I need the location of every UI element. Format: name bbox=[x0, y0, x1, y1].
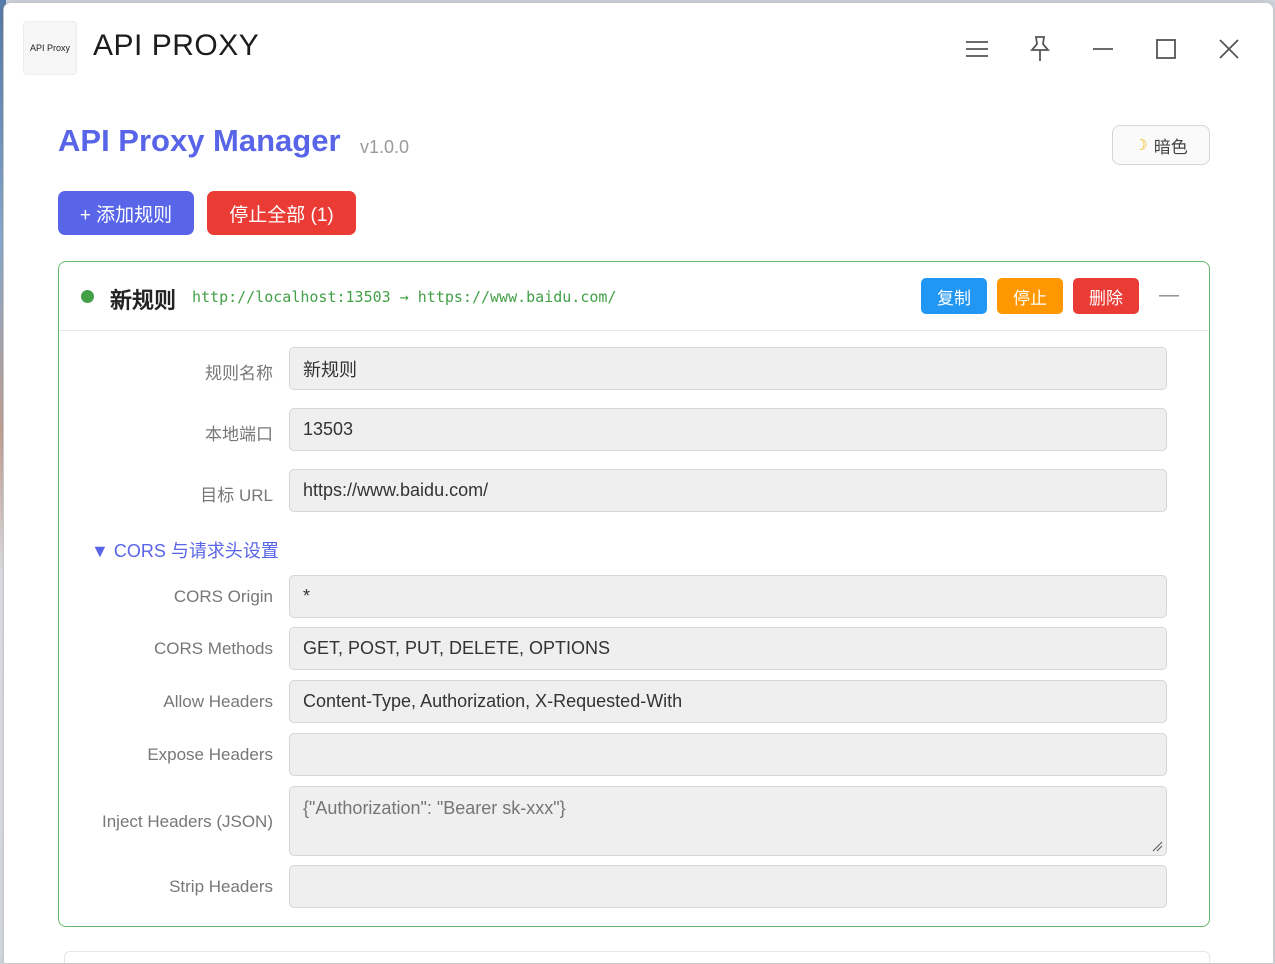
pin-icon bbox=[1030, 36, 1050, 61]
rule-route: http://localhost:13503 → https://www.bai… bbox=[192, 288, 617, 306]
maximize-icon bbox=[1156, 39, 1176, 59]
close-button[interactable] bbox=[1207, 27, 1251, 71]
window-title: API PROXY bbox=[93, 29, 260, 62]
copy-button[interactable]: 复制 bbox=[921, 278, 987, 314]
moon-icon: ☽ bbox=[1134, 137, 1148, 154]
version-label: v1.0.0 bbox=[360, 137, 410, 157]
minimize-icon bbox=[1093, 48, 1113, 50]
field-label: CORS Origin bbox=[173, 587, 273, 606]
minimize-button[interactable] bbox=[1081, 27, 1125, 71]
inject-headers-placeholder: {"Authorization": "Bearer sk-xxx"} bbox=[303, 798, 566, 818]
close-icon bbox=[1219, 39, 1239, 59]
pin-button[interactable] bbox=[1018, 27, 1062, 71]
collapse-button[interactable]: — bbox=[1159, 284, 1179, 307]
cors-origin-input[interactable]: * bbox=[289, 575, 1167, 618]
field-label: Allow Headers bbox=[163, 692, 273, 711]
menu-button[interactable] bbox=[955, 27, 999, 71]
maximize-button[interactable] bbox=[1144, 27, 1188, 71]
status-indicator bbox=[81, 290, 94, 303]
theme-toggle-button[interactable]: ☽ 暗色 bbox=[1112, 125, 1210, 165]
rule-card-header: 新规则 http://localhost:13503 → https://www… bbox=[59, 262, 1209, 331]
app-logo: API Proxy bbox=[23, 21, 77, 75]
stop-button[interactable]: 停止 bbox=[997, 278, 1063, 314]
expose-headers-input[interactable] bbox=[289, 733, 1167, 776]
resize-grip-icon[interactable] bbox=[1151, 840, 1163, 852]
field-label: 本地端口 bbox=[205, 425, 273, 444]
page-title: API Proxy Manager bbox=[58, 123, 341, 158]
inject-headers-textarea[interactable]: {"Authorization": "Bearer sk-xxx"} bbox=[289, 786, 1167, 856]
target-url-input[interactable]: https://www.baidu.com/ bbox=[289, 469, 1167, 512]
field-label: Expose Headers bbox=[147, 745, 273, 764]
theme-toggle-label: 暗色 bbox=[1153, 137, 1188, 157]
hamburger-icon bbox=[966, 41, 988, 57]
delete-button[interactable]: 删除 bbox=[1073, 278, 1139, 314]
rule-card: 新规则 http://localhost:13503 → https://www… bbox=[58, 261, 1210, 927]
add-rule-button[interactable]: + 添加规则 bbox=[58, 191, 194, 235]
local-port-input[interactable]: 13503 bbox=[289, 408, 1167, 451]
app-window: API Proxy API PROXY API Proxy Manager v1… bbox=[3, 2, 1274, 964]
cors-section-toggle[interactable]: ▼ CORS 与请求头设置 bbox=[91, 537, 279, 563]
title-bar: API Proxy API PROXY bbox=[4, 3, 1273, 91]
stop-all-button[interactable]: 停止全部 (1) bbox=[207, 191, 356, 235]
rule-title: 新规则 bbox=[110, 288, 177, 313]
rule-name-input[interactable]: 新规则 bbox=[289, 347, 1167, 390]
field-label: Strip Headers bbox=[169, 877, 273, 896]
field-label: Inject Headers (JSON) bbox=[102, 812, 273, 831]
field-label: CORS Methods bbox=[153, 639, 273, 658]
field-label: 规则名称 bbox=[205, 364, 273, 383]
cors-methods-input[interactable]: GET, POST, PUT, DELETE, OPTIONS bbox=[289, 627, 1167, 670]
strip-headers-input[interactable] bbox=[289, 865, 1167, 908]
field-label: 目标 URL bbox=[200, 486, 273, 505]
allow-headers-input[interactable]: Content-Type, Authorization, X-Requested… bbox=[289, 680, 1167, 723]
